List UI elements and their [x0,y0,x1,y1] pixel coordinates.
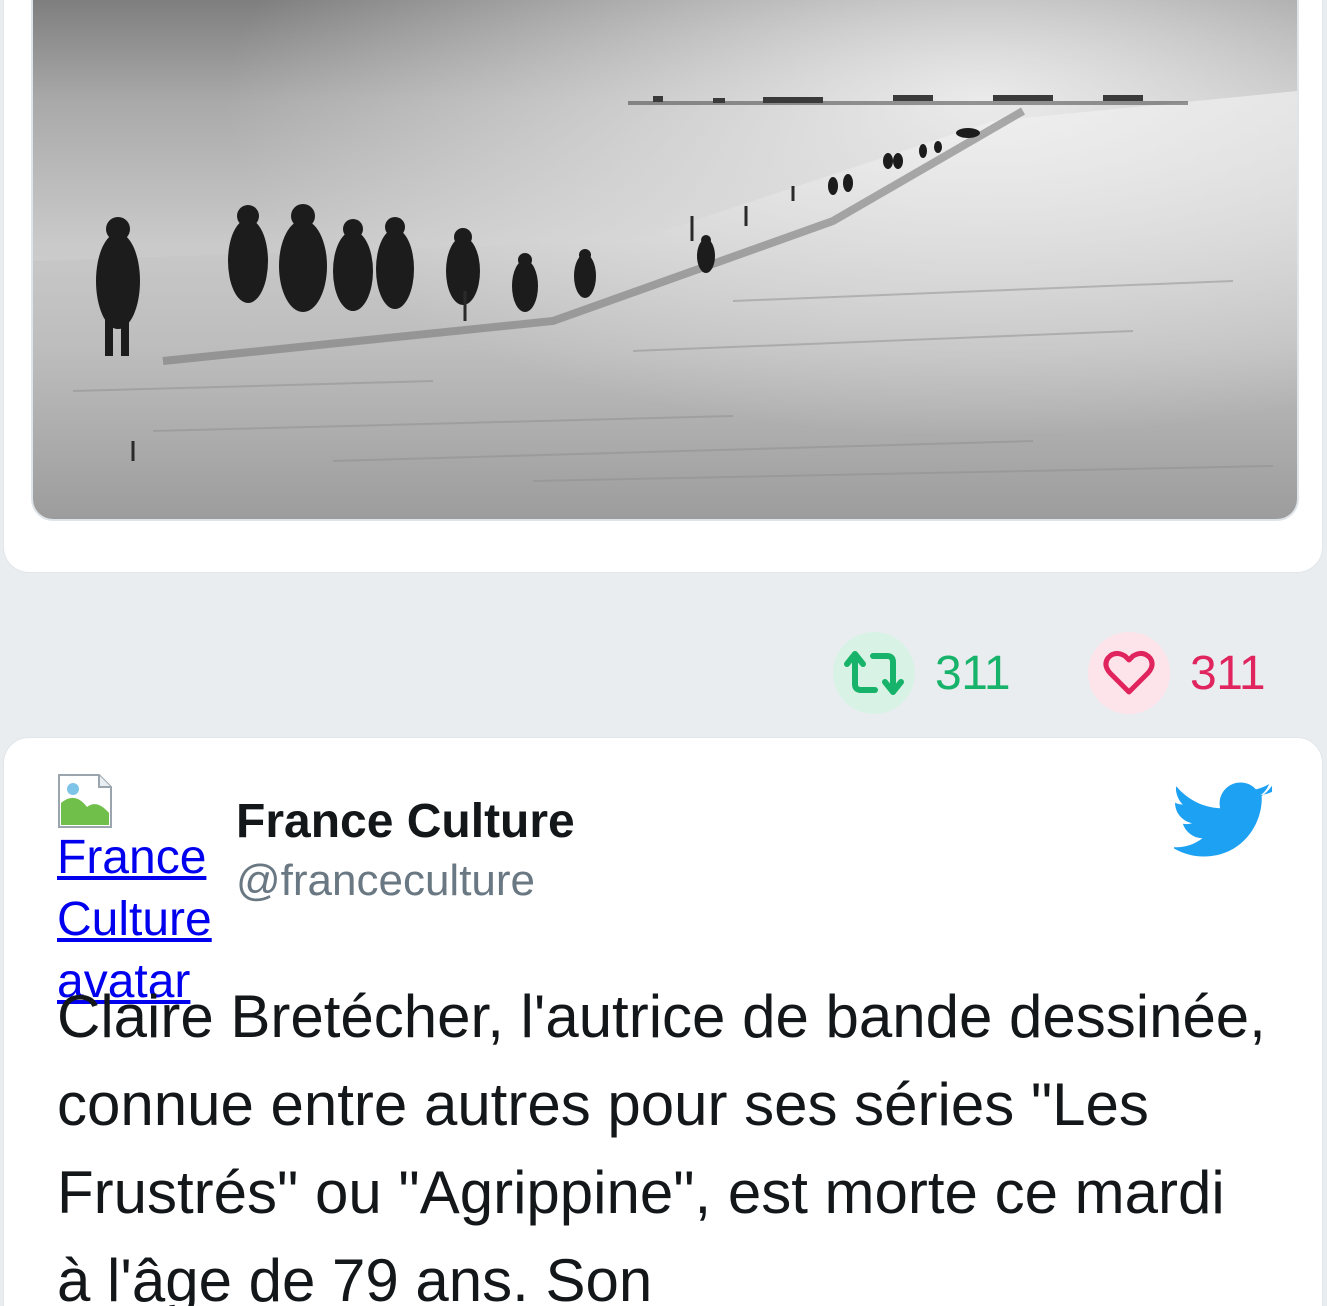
tweet-photo[interactable] [31,0,1299,521]
tweet-actions: 311 311 [0,630,1327,720]
retweet-button[interactable]: 311 [833,630,1011,716]
like-button[interactable]: 311 [1088,630,1266,716]
tweet-card: France Culture avatar France Culture @fr… [3,737,1323,1306]
author-avatar-link[interactable]: France Culture avatar [57,773,237,1008]
author-handle[interactable]: @franceculture [236,856,535,906]
tweet-card-media [3,0,1323,573]
embedded-tweets-page: 311 311 France Culture avatar France Cul… [0,0,1327,1306]
photo-icon [33,0,1297,519]
twitter-bird-icon[interactable] [1174,780,1274,862]
retweet-icon [833,632,915,714]
retweet-count: 311 [935,646,1011,700]
broken-image-icon [58,774,112,828]
like-count: 311 [1190,646,1266,700]
author-name[interactable]: France Culture [236,794,575,849]
tweet-text: Claire Bretécher, l'autrice de bande des… [57,983,1266,1306]
heart-icon [1088,632,1170,714]
